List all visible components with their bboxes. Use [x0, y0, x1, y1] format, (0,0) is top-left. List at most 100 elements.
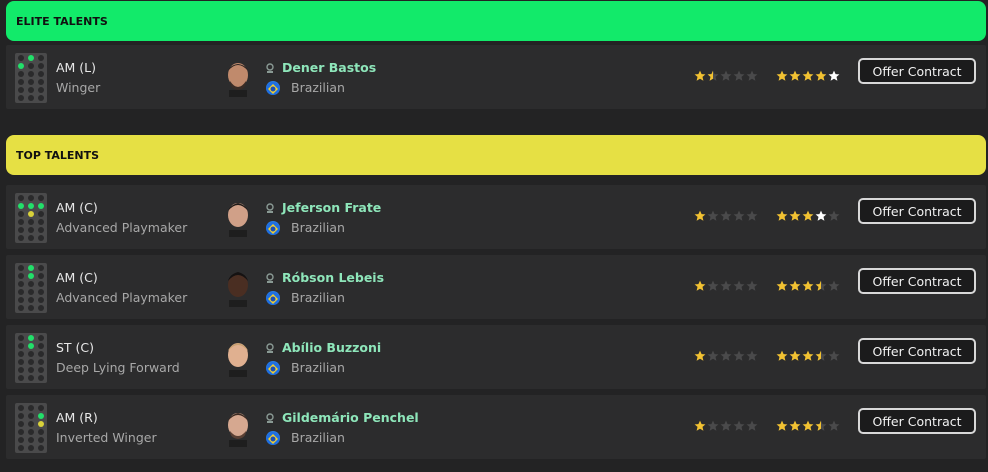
- star-icon: [789, 280, 801, 291]
- current-ability-stars: [694, 280, 758, 292]
- potential-ability-stars: [776, 420, 840, 432]
- list-item[interactable]: AM (L) Winger Dener Bastos Brazilian Off…: [6, 45, 986, 109]
- star-icon: [694, 420, 706, 431]
- role-label: Inverted Winger: [56, 430, 157, 445]
- player-face-icon: [228, 272, 248, 307]
- star-icon: [720, 350, 732, 361]
- brazil-flag-icon: [266, 291, 280, 305]
- player-name-link[interactable]: Dener Bastos: [282, 60, 376, 75]
- star-icon: [694, 210, 706, 221]
- player-name-link[interactable]: Jeferson Frate: [282, 200, 381, 215]
- star-icon: [789, 210, 801, 221]
- star-icon: [776, 210, 788, 221]
- star-icon: [776, 280, 788, 291]
- star-icon: [802, 210, 814, 221]
- star-icon: [746, 350, 758, 361]
- player-face-icon: [228, 63, 248, 97]
- offer-contract-button[interactable]: Offer Contract: [858, 408, 976, 434]
- star-icon: [828, 210, 840, 221]
- nationality-label: Brazilian: [291, 430, 345, 445]
- star-icon: [707, 280, 719, 291]
- role-label: Winger: [56, 80, 101, 95]
- player-face-icon: [228, 413, 248, 447]
- scout-pin-icon: [266, 273, 274, 283]
- pitch-position-icon: [15, 53, 47, 103]
- role-label: Advanced Playmaker: [56, 290, 188, 305]
- star-icon: [720, 70, 732, 81]
- offer-contract-button[interactable]: Offer Contract: [858, 268, 976, 294]
- section-title: ELITE TALENTS: [16, 14, 108, 28]
- nationality-label: Brazilian: [291, 290, 345, 305]
- nationality-label: Brazilian: [291, 80, 345, 95]
- offer-contract-button[interactable]: Offer Contract: [858, 58, 976, 84]
- star-icon: [733, 210, 745, 221]
- current-ability-stars: [694, 350, 758, 362]
- position-label: AM (C): [56, 270, 98, 285]
- star-icon: [694, 70, 706, 81]
- player-name-link[interactable]: Róbson Lebeis: [282, 270, 384, 285]
- pitch-position-icon: [15, 403, 47, 453]
- star-icon: [815, 280, 827, 291]
- potential-ability-stars: [776, 70, 840, 82]
- offer-contract-button[interactable]: Offer Contract: [858, 338, 976, 364]
- star-icon: [789, 70, 801, 81]
- star-icon: [828, 350, 840, 361]
- star-icon: [815, 210, 827, 221]
- list-item[interactable]: AM (R) Inverted Winger Gildemário Penche…: [6, 395, 986, 459]
- role-label: Advanced Playmaker: [56, 220, 188, 235]
- star-icon: [776, 420, 788, 431]
- player-name-link[interactable]: Gildemário Penchel: [282, 410, 419, 425]
- nationality-label: Brazilian: [291, 220, 345, 235]
- potential-ability-stars: [776, 280, 840, 292]
- star-icon: [720, 280, 732, 291]
- star-icon: [746, 70, 758, 81]
- position-label: AM (R): [56, 410, 98, 425]
- offer-contract-button[interactable]: Offer Contract: [858, 198, 976, 224]
- current-ability-stars: [694, 210, 758, 222]
- potential-ability-stars: [776, 210, 840, 222]
- star-icon: [746, 210, 758, 221]
- brazil-flag-icon: [266, 81, 280, 95]
- section-header-elite-talents: ELITE TALENTS: [6, 1, 986, 41]
- scout-pin-icon: [266, 413, 274, 423]
- star-icon: [733, 420, 745, 431]
- star-icon: [746, 280, 758, 291]
- star-icon: [720, 420, 732, 431]
- position-label: AM (C): [56, 200, 98, 215]
- star-icon: [746, 420, 758, 431]
- star-icon: [733, 70, 745, 81]
- list-item[interactable]: AM (C) Advanced Playmaker Róbson Lebeis …: [6, 255, 986, 319]
- star-icon: [802, 70, 814, 81]
- current-ability-stars: [694, 70, 758, 82]
- star-icon: [733, 280, 745, 291]
- player-face-icon: [228, 203, 248, 237]
- star-icon: [733, 350, 745, 361]
- star-icon: [694, 280, 706, 291]
- star-icon: [789, 350, 801, 361]
- star-icon: [707, 420, 719, 431]
- role-label: Deep Lying Forward: [56, 360, 180, 375]
- scout-pin-icon: [266, 63, 274, 73]
- player-name-link[interactable]: Abílio Buzzoni: [282, 340, 381, 355]
- section-header-top-talents: TOP TALENTS: [6, 135, 986, 175]
- list-item[interactable]: ST (C) Deep Lying Forward Abílio Buzzoni…: [6, 325, 986, 389]
- scout-pin-icon: [266, 343, 274, 353]
- scout-pin-icon: [266, 203, 274, 213]
- star-icon: [828, 280, 840, 291]
- player-face-icon: [228, 343, 248, 377]
- list-item[interactable]: AM (C) Advanced Playmaker Jeferson Frate…: [6, 185, 986, 249]
- star-icon: [828, 70, 840, 81]
- star-icon: [828, 420, 840, 431]
- pitch-position-icon: [15, 333, 47, 383]
- star-icon: [776, 70, 788, 81]
- brazil-flag-icon: [266, 361, 280, 375]
- star-icon: [815, 70, 827, 81]
- position-label: AM (L): [56, 60, 97, 75]
- star-icon: [815, 420, 827, 431]
- star-icon: [815, 350, 827, 361]
- pitch-position-icon: [15, 263, 47, 313]
- star-icon: [707, 350, 719, 361]
- brazil-flag-icon: [266, 431, 280, 445]
- star-icon: [720, 210, 732, 221]
- star-icon: [776, 350, 788, 361]
